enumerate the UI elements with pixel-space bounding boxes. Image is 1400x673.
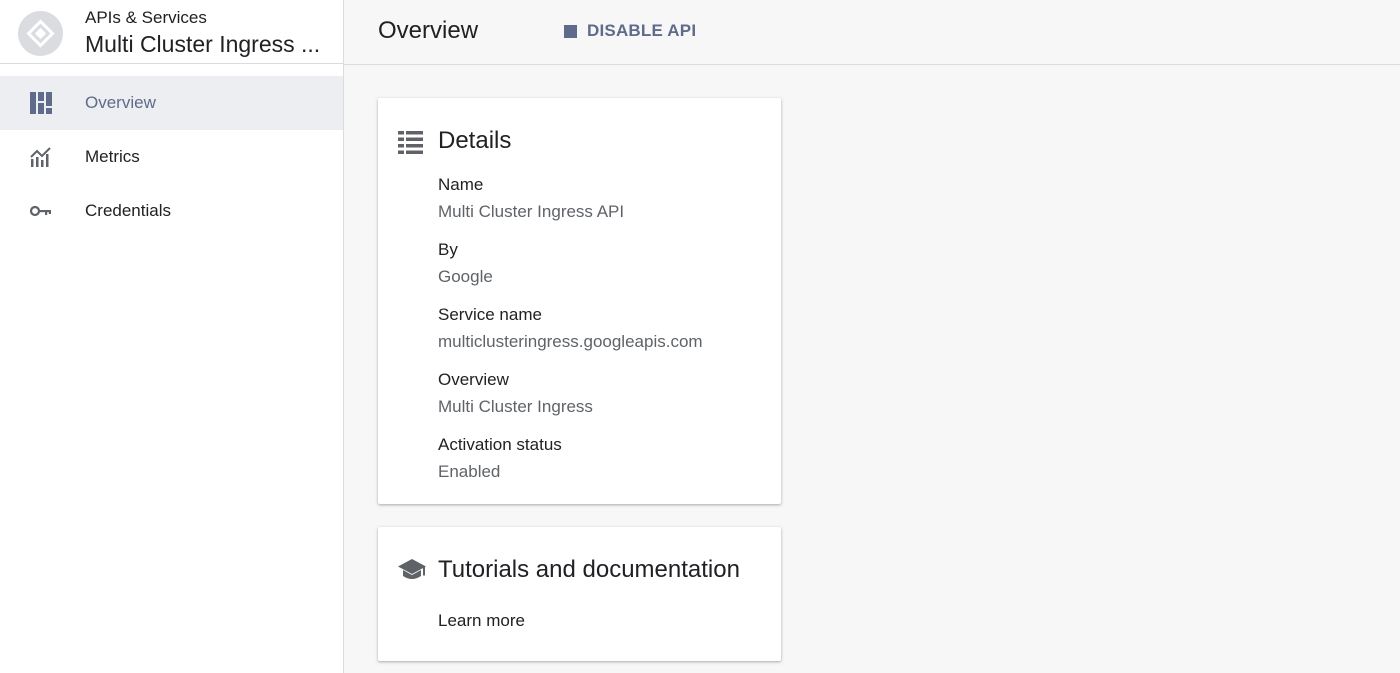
field-value-service-name: multiclusteringress.googleapis.com <box>438 332 703 351</box>
sidebar-item-label: Metrics <box>85 147 140 166</box>
tutorials-card: Tutorials and documentation Learn more <box>378 527 781 661</box>
disable-api-label: DISABLE API <box>587 21 697 40</box>
api-product-icon <box>18 11 63 56</box>
page-title: Overview <box>378 17 479 44</box>
details-card: Details Name Multi Cluster Ingress API B… <box>378 98 781 504</box>
metrics-chart-icon <box>30 146 52 168</box>
field-value-name: Multi Cluster Ingress API <box>438 202 625 221</box>
field-label-by: By <box>438 240 458 259</box>
dashboard-icon <box>30 92 52 114</box>
field-value-activation-status: Enabled <box>438 462 501 481</box>
field-value-by: Google <box>438 267 493 286</box>
field-label-service-name: Service name <box>438 305 542 324</box>
field-label-name: Name <box>438 175 484 194</box>
tutorials-title: Tutorials and documentation <box>438 556 740 583</box>
school-cap-icon <box>397 556 426 584</box>
sidebar-item-credentials[interactable]: Credentials <box>0 184 343 238</box>
learn-more-link[interactable]: Learn more <box>438 611 525 631</box>
sidebar-header: APIs & Services Multi Cluster Ingress ..… <box>0 0 343 64</box>
disable-api-button[interactable]: DISABLE API <box>558 14 702 48</box>
sidebar-item-label: Overview <box>85 93 156 112</box>
sidebar-subtitle: APIs & Services <box>85 8 207 27</box>
details-title: Details <box>438 127 512 154</box>
field-value-overview: Multi Cluster Ingress <box>438 397 593 416</box>
sidebar: APIs & Services Multi Cluster Ingress ..… <box>0 0 344 673</box>
page-header: Overview DISABLE API <box>344 0 1400 65</box>
field-label-overview: Overview <box>438 370 509 389</box>
sidebar-nav: Overview Metrics Credentials <box>0 76 343 238</box>
sidebar-item-metrics[interactable]: Metrics <box>0 130 343 184</box>
details-list-icon <box>397 128 425 156</box>
field-label-activation-status: Activation status <box>438 435 562 454</box>
sidebar-item-overview[interactable]: Overview <box>0 76 343 130</box>
sidebar-item-label: Credentials <box>85 201 171 220</box>
stop-icon <box>564 24 577 38</box>
sidebar-api-title: Multi Cluster Ingress ... <box>85 31 321 57</box>
key-icon <box>29 200 52 222</box>
